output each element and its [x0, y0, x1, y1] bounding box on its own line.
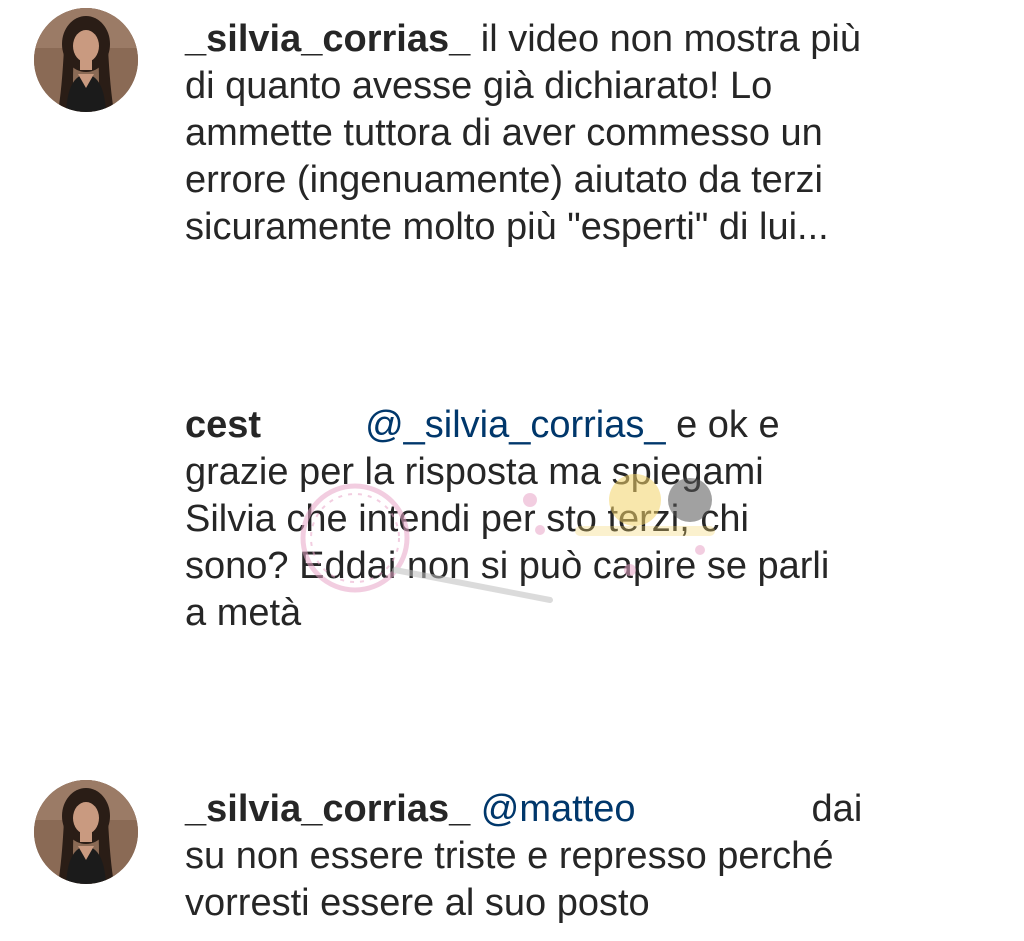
profile-photo-icon: [34, 780, 138, 884]
comment-username[interactable]: cest: [185, 404, 261, 446]
comment-mention[interactable]: @_silvia_corrias_: [365, 404, 665, 446]
comment-mention[interactable]: @matteo: [481, 788, 636, 830]
watermark-logo-icon: [300, 474, 715, 603]
comment-3: _silvia_corrias_ @matteo dai su non esser…: [185, 786, 862, 927]
avatar[interactable]: [34, 8, 138, 112]
comment-username[interactable]: _silvia_corrias_: [185, 18, 470, 60]
profile-photo-icon: [34, 8, 138, 112]
avatar[interactable]: [34, 780, 138, 884]
comment-username[interactable]: _silvia_corrias_: [185, 788, 470, 830]
comment-1: _silvia_corrias_ il video non mostra più…: [185, 16, 861, 251]
